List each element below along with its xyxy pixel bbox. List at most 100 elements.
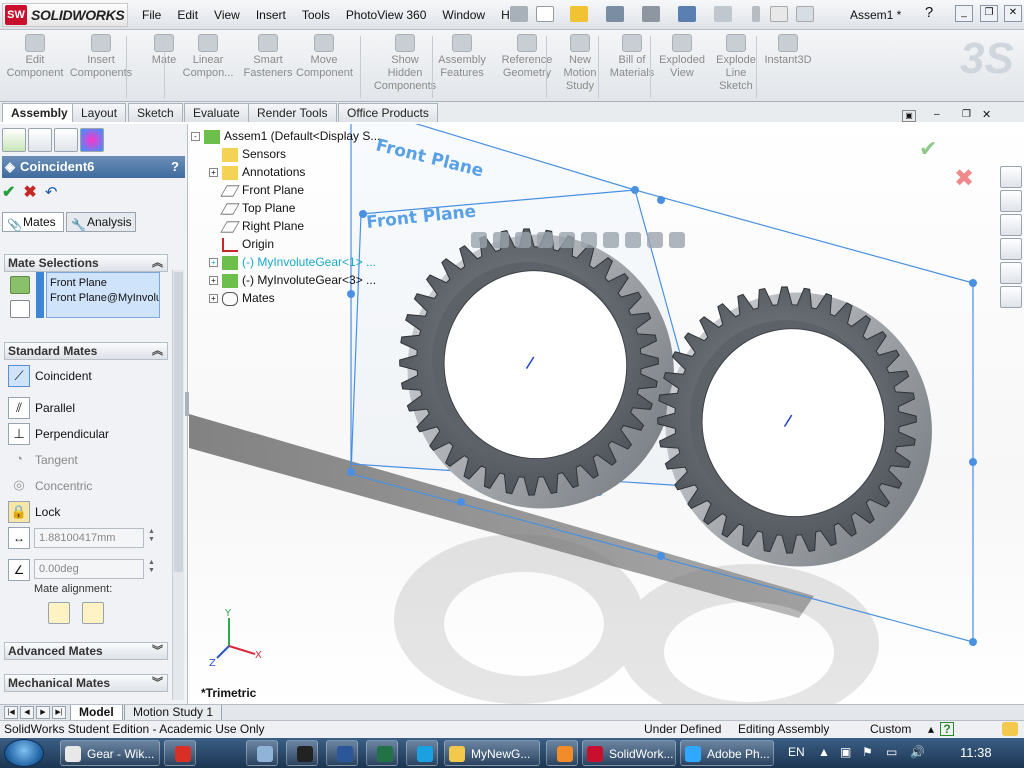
featuremanager-tab[interactable] bbox=[2, 128, 26, 152]
help-button[interactable]: ? bbox=[920, 5, 938, 22]
distance-icon[interactable]: ↔ bbox=[8, 527, 30, 549]
viewport-minimize-icon[interactable]: – bbox=[934, 110, 948, 122]
mate-selections-list[interactable]: Front Plane Front Plane@MyInvolu bbox=[46, 272, 160, 318]
taskbar-media-player[interactable] bbox=[546, 740, 578, 766]
rebuild-icon[interactable] bbox=[752, 6, 760, 22]
selection-item-1[interactable]: Front Plane bbox=[50, 276, 156, 291]
menu-window[interactable]: Window bbox=[434, 8, 493, 22]
next-tab-button[interactable]: ▶ bbox=[36, 706, 50, 719]
select-other-icon[interactable] bbox=[10, 276, 30, 294]
tab-render-tools[interactable]: Render Tools bbox=[248, 103, 337, 122]
menu-view[interactable]: View bbox=[206, 8, 248, 22]
mechanical-mates-header[interactable]: Mechanical Mates ︾ bbox=[4, 674, 168, 692]
tree-item[interactable]: Top Plane bbox=[209, 200, 295, 216]
section-view-icon[interactable] bbox=[537, 232, 553, 248]
tab-office-products[interactable]: Office Products bbox=[338, 103, 438, 122]
edit-appearance-icon[interactable] bbox=[625, 232, 641, 248]
command-edit-component[interactable]: Edit Component bbox=[2, 34, 68, 80]
taskbar-folder[interactable]: MyNewG... bbox=[444, 740, 540, 766]
taskbar-word[interactable] bbox=[326, 740, 358, 766]
print-icon[interactable] bbox=[642, 6, 660, 22]
command-instant3d[interactable]: Instant3D bbox=[760, 34, 816, 67]
command-linear-pattern[interactable]: Linear Compon... bbox=[180, 34, 236, 80]
expand-icon[interactable]: + bbox=[209, 168, 218, 178]
advanced-mates-header[interactable]: Advanced Mates ︾ bbox=[4, 642, 168, 660]
file-properties-icon[interactable] bbox=[770, 6, 788, 22]
taskbar-excel[interactable] bbox=[366, 740, 398, 766]
status-units[interactable]: Custom bbox=[870, 721, 911, 738]
tab-layout[interactable]: Layout bbox=[72, 103, 127, 122]
solidworks-logo[interactable]: SW SOLIDWORKS bbox=[2, 3, 128, 27]
taskbar-solidworks[interactable]: SolidWork... bbox=[582, 740, 676, 766]
collapse-chevron-icon[interactable]: ︽ bbox=[152, 343, 163, 359]
close-button[interactable]: ✕ bbox=[1004, 5, 1022, 22]
gear-2[interactable] bbox=[633, 260, 957, 593]
design-library-icon[interactable] bbox=[1000, 190, 1022, 212]
first-tab-button[interactable]: |◀ bbox=[4, 706, 18, 719]
restore-button[interactable]: ❐ bbox=[980, 5, 998, 22]
expand-icon[interactable]: + bbox=[209, 258, 218, 268]
clock[interactable]: 11:38 bbox=[960, 745, 992, 760]
distance-input[interactable]: 1.88100417mm bbox=[34, 528, 144, 548]
tree-item[interactable]: - Assem1 (Default<Display S... bbox=[191, 128, 380, 144]
tree-item[interactable]: + (-) MyInvoluteGear<3> ... bbox=[209, 272, 376, 288]
previous-view-icon[interactable] bbox=[515, 232, 531, 248]
taskbar-gmail[interactable] bbox=[164, 740, 196, 766]
tree-item[interactable]: Front Plane bbox=[209, 182, 304, 198]
ok-check-icon[interactable]: ✔ bbox=[2, 182, 15, 202]
command-move-component[interactable]: Move Component bbox=[296, 34, 353, 80]
action-center-flag-icon[interactable]: ⚑ bbox=[862, 745, 873, 759]
command-exploded-view[interactable]: Exploded View bbox=[654, 34, 710, 80]
tree-item[interactable]: + Annotations bbox=[209, 164, 305, 180]
command-motion-study[interactable]: New Motion Study bbox=[552, 34, 608, 93]
graphics-area[interactable]: Front Plane Front Plane Y X Z - Assem1 (D… bbox=[189, 124, 1024, 704]
apply-scene-icon[interactable] bbox=[647, 232, 663, 248]
command-assembly-features[interactable]: Assembly Features bbox=[434, 34, 490, 80]
tab-model[interactable]: Model bbox=[70, 705, 123, 721]
tree-item[interactable]: Origin bbox=[209, 236, 274, 252]
tab-mates[interactable]: 📎 Mates bbox=[2, 212, 64, 232]
solidworks-resources-icon[interactable] bbox=[1000, 166, 1022, 188]
view-settings-icon[interactable] bbox=[669, 232, 685, 248]
confirm-check-icon[interactable]: ✔ bbox=[919, 136, 937, 162]
angle-icon[interactable]: ∠ bbox=[8, 559, 30, 581]
hide-show-icon[interactable] bbox=[603, 232, 619, 248]
viewport-close-icon[interactable]: ✕ bbox=[982, 110, 996, 122]
start-button[interactable] bbox=[4, 739, 44, 767]
display-icon[interactable]: ▭ bbox=[886, 745, 897, 759]
save-icon[interactable] bbox=[606, 6, 624, 22]
tree-item[interactable]: Right Plane bbox=[209, 218, 304, 234]
viewport-restore-icon[interactable]: ❐ bbox=[962, 110, 976, 122]
volume-icon[interactable]: 🔊 bbox=[910, 745, 925, 759]
pm-scrollbar[interactable] bbox=[172, 270, 184, 700]
pm-scroll-thumb[interactable] bbox=[174, 272, 183, 572]
minimize-button[interactable]: _ bbox=[955, 5, 973, 22]
status-help-icon[interactable]: ? bbox=[940, 722, 954, 736]
tree-item[interactable]: + Mates bbox=[209, 290, 275, 306]
mate-selections-header[interactable]: Mate Selections ︽ bbox=[4, 254, 168, 272]
tree-item[interactable]: + (-) MyInvoluteGear<1> ... bbox=[209, 254, 376, 270]
angle-input[interactable]: 0.00deg bbox=[34, 559, 144, 579]
options-icon[interactable] bbox=[796, 6, 814, 22]
selection-item-2[interactable]: Front Plane@MyInvolu bbox=[50, 291, 159, 306]
menu-insert[interactable]: Insert bbox=[248, 8, 294, 22]
tile-icon[interactable]: ▣ bbox=[902, 110, 916, 122]
undo-icon[interactable]: ↶ bbox=[45, 183, 58, 201]
rebuild-status-icon[interactable] bbox=[1002, 722, 1018, 736]
menu-file[interactable]: File bbox=[134, 8, 169, 22]
angle-spinner[interactable]: ▲ ▼ bbox=[148, 559, 156, 575]
network-icon[interactable]: ▣ bbox=[840, 745, 851, 759]
tree-item[interactable]: Sensors bbox=[209, 146, 286, 162]
appearance-tab[interactable] bbox=[80, 128, 104, 152]
appearances-icon[interactable] bbox=[1000, 262, 1022, 284]
zoom-area-icon[interactable] bbox=[493, 232, 509, 248]
tab-analysis[interactable]: 🔧 Analysis bbox=[66, 212, 136, 232]
expand-icon[interactable]: + bbox=[209, 276, 218, 286]
command-bom[interactable]: Bill of Materials bbox=[604, 34, 660, 80]
expand-chevron-icon[interactable]: ︾ bbox=[152, 643, 163, 659]
expand-chevron-icon[interactable]: ︾ bbox=[152, 675, 163, 691]
prev-tab-button[interactable]: ◀ bbox=[20, 706, 34, 719]
configurationmanager-tab[interactable] bbox=[54, 128, 78, 152]
collapse-icon[interactable]: - bbox=[191, 132, 200, 142]
command-smart-fasteners[interactable]: Smart Fasteners bbox=[240, 34, 296, 80]
